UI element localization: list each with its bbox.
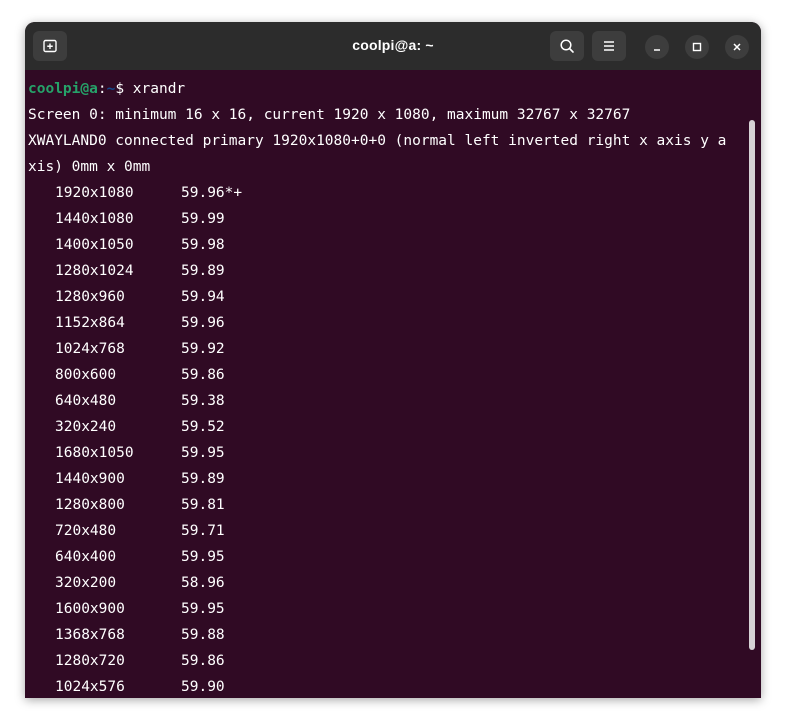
mode-resolution: 1280x800 (55, 497, 125, 513)
prompt-command: xrandr (132, 81, 186, 97)
prompt-user-host: coolpi@a (28, 81, 98, 97)
prompt-colon: : (97, 81, 107, 97)
close-icon (733, 43, 741, 51)
mode-row: 720x480 59.71 (25, 518, 725, 544)
mode-resolution: 720x480 (55, 523, 117, 539)
scrollbar[interactable] (749, 120, 755, 650)
mode-resolution: 1400x1050 (55, 237, 134, 253)
mode-refresh-rate: 59.90 (181, 679, 225, 695)
mode-resolution: 640x400 (55, 549, 117, 565)
mode-refresh-rate: 59.89 (181, 471, 225, 487)
output-line-screen: Screen 0: minimum 16 x 16, current 1920 … (28, 107, 631, 123)
mode-row: 1600x900 59.95 (25, 596, 725, 622)
mode-refresh-rate: 59.98 (181, 237, 225, 253)
mode-row: 1680x1050 59.95 (25, 440, 725, 466)
mode-row: 1920x1080 59.96*+ (25, 180, 725, 206)
mode-row: 1152x864 59.96 (25, 310, 725, 336)
mode-row: 640x400 59.95 (25, 544, 725, 570)
mode-resolution: 1440x900 (55, 471, 125, 487)
minimize-button[interactable] (645, 35, 669, 59)
mode-refresh-rate: 59.89 (181, 263, 225, 279)
mode-refresh-rate: 59.95 (181, 445, 225, 461)
mode-resolution: 1024x576 (55, 679, 125, 695)
mode-resolution: 320x240 (55, 419, 117, 435)
mode-resolution: 1920x1080 (55, 185, 134, 201)
mode-refresh-rate: 59.52 (181, 419, 225, 435)
mode-refresh-rate: 59.96*+ (181, 185, 243, 201)
search-icon (560, 39, 574, 53)
minimize-icon (654, 49, 660, 51)
terminal-window: coolpi@a: ~ coolpi@a:~$ xrandr Screen 0:… (25, 22, 761, 698)
mode-row: 1280x720 59.86 (25, 648, 725, 674)
mode-row: 1280x800 59.81 (25, 492, 725, 518)
mode-refresh-rate: 59.86 (181, 367, 225, 383)
output-line-connected-wrap: xis) 0mm x 0mm (28, 159, 151, 175)
mode-refresh-rate: 59.71 (181, 523, 225, 539)
mode-resolution: 800x600 (55, 367, 117, 383)
prompt-line: coolpi@a:~$ xrandr (28, 76, 185, 102)
mode-row: 640x480 59.38 (25, 388, 725, 414)
search-button[interactable] (550, 31, 584, 61)
output-line-connected: XWAYLAND0 connected primary 1920x1080+0+… (28, 133, 727, 149)
title-bar[interactable]: coolpi@a: ~ (25, 22, 761, 70)
mode-refresh-rate: 59.95 (181, 601, 225, 617)
close-button[interactable] (725, 35, 749, 59)
mode-row: 1400x1050 59.98 (25, 232, 725, 258)
mode-resolution: 1680x1050 (55, 445, 134, 461)
mode-row: 1280x960 59.94 (25, 284, 725, 310)
mode-refresh-rate: 59.86 (181, 653, 225, 669)
mode-resolution: 1024x768 (55, 341, 125, 357)
mode-row: 1280x1024 59.89 (25, 258, 725, 284)
mode-refresh-rate: 58.96 (181, 575, 225, 591)
mode-resolution: 1152x864 (55, 315, 125, 331)
mode-refresh-rate: 59.92 (181, 341, 225, 357)
mode-resolution: 1280x720 (55, 653, 125, 669)
mode-row: 1440x1080 59.99 (25, 206, 725, 232)
mode-refresh-rate: 59.95 (181, 549, 225, 565)
prompt-symbol: $ (115, 81, 133, 97)
maximize-button[interactable] (685, 35, 709, 59)
mode-row: 1368x768 59.88 (25, 622, 725, 648)
mode-refresh-rate: 59.38 (181, 393, 225, 409)
terminal-output[interactable]: coolpi@a:~$ xrandr Screen 0: minimum 16 … (25, 70, 761, 698)
mode-refresh-rate: 59.94 (181, 289, 225, 305)
mode-resolution: 1368x768 (55, 627, 125, 643)
mode-row: 1024x768 59.92 (25, 336, 725, 362)
prompt-path: ~ (106, 81, 116, 97)
mode-refresh-rate: 59.88 (181, 627, 225, 643)
mode-resolution: 320x200 (55, 575, 117, 591)
mode-resolution: 1280x960 (55, 289, 125, 305)
mode-row: 1024x576 59.90 (25, 674, 725, 698)
mode-row: 320x200 58.96 (25, 570, 725, 596)
mode-resolution: 1280x1024 (55, 263, 134, 279)
mode-resolution: 1440x1080 (55, 211, 134, 227)
mode-refresh-rate: 59.96 (181, 315, 225, 331)
mode-row: 1440x900 59.89 (25, 466, 725, 492)
mode-row: 320x240 59.52 (25, 414, 725, 440)
mode-resolution: 640x480 (55, 393, 117, 409)
mode-resolution: 1600x900 (55, 601, 125, 617)
menu-button[interactable] (592, 31, 626, 61)
hamburger-menu-icon (604, 41, 614, 51)
mode-refresh-rate: 59.99 (181, 211, 225, 227)
maximize-icon (692, 42, 702, 52)
mode-refresh-rate: 59.81 (181, 497, 225, 513)
mode-row: 800x600 59.86 (25, 362, 725, 388)
